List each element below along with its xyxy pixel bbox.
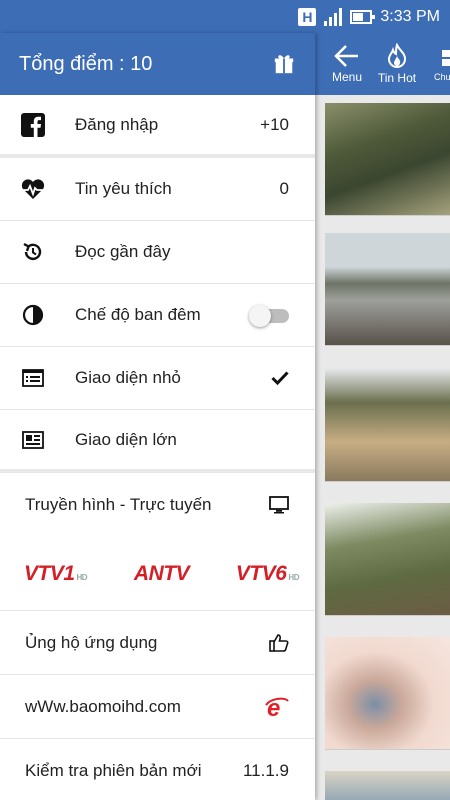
recent-label: Đọc gần đây (75, 242, 171, 261)
night-mode-toggle[interactable] (249, 305, 289, 327)
network-type-icon: H (298, 7, 317, 26)
tv-channels: VTV1 HD ANTV VTV6 HD (0, 537, 315, 611)
login-points: +10 (260, 114, 289, 134)
battery-icon (350, 9, 376, 24)
thumbs-up-icon (269, 633, 289, 652)
fire-icon (387, 43, 407, 68)
signal-icon (324, 7, 343, 26)
small-layout-item[interactable]: Giao diện nhỏ (0, 347, 315, 410)
total-points: Tổng điểm : 10 (19, 52, 153, 75)
login-label: Đăng nhập (75, 114, 159, 134)
tab-menu-label: Menu (331, 70, 363, 84)
channel-vtv6[interactable]: VTV6 HD (236, 562, 300, 586)
checkmark-icon (271, 371, 289, 385)
gift-icon[interactable] (273, 53, 295, 75)
version-number: 11.1.9 (242, 761, 289, 780)
small-layout-label: Giao diện nhỏ (75, 368, 181, 387)
status-time: 3:33 PM (380, 7, 440, 25)
website-item[interactable]: wWw.baomoihd.com e (0, 675, 315, 739)
back-arrow-icon (334, 45, 358, 67)
navigation-drawer: Tổng điểm : 10 Đăng nhập +10 Tin yêu thí… (0, 33, 315, 800)
tv-online-item[interactable]: Truyền hình - Trực tuyến (0, 473, 315, 537)
support-app-label: Ủng hộ ứng dụng (25, 632, 158, 652)
favorites-count: 0 (279, 179, 289, 198)
login-item[interactable]: Đăng nhập +10 (0, 95, 315, 158)
history-icon (20, 239, 46, 265)
list-large-icon (20, 427, 46, 453)
tab-tin-hot-label: Tin Hot (377, 71, 417, 85)
tv-online-label: Truyền hình - Trực tuyến (25, 495, 212, 514)
main-toolbar: Menu Tin Hot Chuyê (315, 33, 450, 95)
large-layout-label: Giao diện lớn (75, 429, 177, 449)
news-thumbnail[interactable] (325, 637, 450, 750)
news-thumbnail[interactable] (325, 233, 450, 346)
app-screen: H 3:33 PM Menu Tin Hot Chuyê (0, 0, 450, 800)
tab-tin-hot[interactable]: Tin Hot (375, 33, 419, 95)
website-label: wWw.baomoihd.com (25, 696, 181, 716)
news-thumbnail[interactable] (325, 103, 450, 216)
check-version-label: Kiểm tra phiên bản mới (25, 761, 202, 780)
channel-vtv1[interactable]: VTV1 HD (24, 562, 88, 586)
channel-antv[interactable]: ANTV (134, 562, 190, 586)
favorites-item[interactable]: Tin yêu thích 0 (0, 158, 315, 221)
heartbeat-icon (20, 176, 46, 202)
news-list (315, 95, 450, 800)
check-version-item[interactable]: Kiểm tra phiên bản mới 11.1.9 (0, 739, 315, 800)
category-icon (442, 50, 450, 66)
recent-item[interactable]: Đọc gần đây (0, 221, 315, 284)
facebook-icon (20, 112, 46, 138)
news-thumbnail[interactable] (325, 771, 450, 800)
list-small-icon (20, 365, 46, 391)
night-mode-label: Chế độ ban đêm (75, 305, 201, 324)
monitor-icon (269, 496, 289, 514)
favorites-label: Tin yêu thích (75, 179, 172, 198)
status-bar: H 3:33 PM (0, 0, 450, 33)
drawer-header: Tổng điểm : 10 (0, 33, 315, 95)
large-layout-item[interactable]: Giao diện lớn (0, 410, 315, 473)
tab-chuyen-muc-label: Chuyê (433, 72, 450, 82)
tab-chuyen-muc[interactable]: Chuyê (427, 33, 450, 95)
night-mode-item[interactable]: Chế độ ban đêm (0, 284, 315, 347)
news-thumbnail[interactable] (325, 369, 450, 482)
support-app-item[interactable]: Ủng hộ ứng dụng (0, 611, 315, 675)
tab-menu[interactable]: Menu (327, 33, 367, 95)
contrast-icon (20, 302, 46, 328)
browser-e-icon: e (265, 695, 289, 719)
news-thumbnail[interactable] (325, 503, 450, 616)
